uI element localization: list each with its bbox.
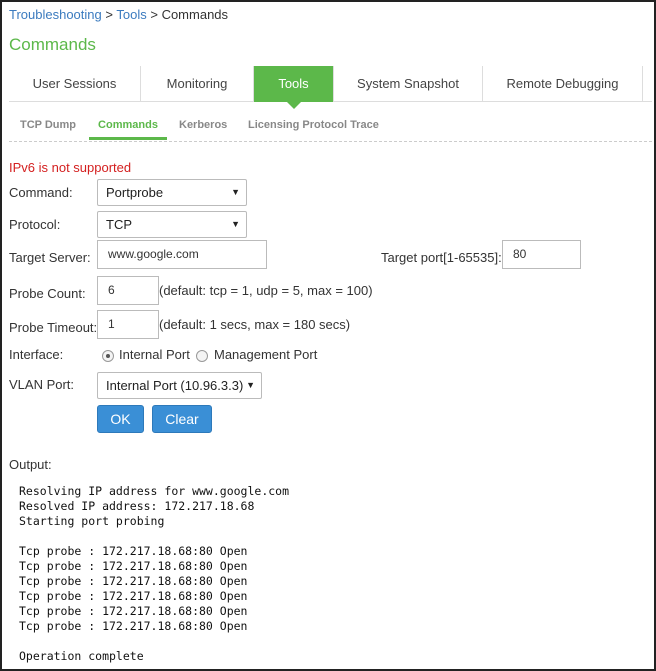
- probe-count-hint: (default: tcp = 1, udp = 5, max = 100): [159, 283, 373, 298]
- command-label: Command:: [9, 185, 73, 200]
- output-console: Resolving IP address for www.google.com …: [19, 484, 639, 664]
- command-select-value: Portprobe: [106, 185, 164, 200]
- output-line: Tcp probe : 172.217.18.68:80 Open: [19, 559, 248, 573]
- ok-button[interactable]: OK: [97, 405, 144, 433]
- output-line: Resolved IP address: 172.217.18.68: [19, 499, 255, 513]
- tab-monitoring[interactable]: Monitoring: [141, 66, 254, 102]
- command-select[interactable]: Portprobe ▼: [97, 179, 247, 206]
- radio-management-port-label: Management Port: [214, 347, 318, 362]
- target-port-label: Target port[1-65535]:: [381, 250, 502, 265]
- vlan-port-select[interactable]: Internal Port (10.96.3.3) ▼: [97, 372, 262, 399]
- probe-timeout-hint: (default: 1 secs, max = 180 secs): [159, 317, 351, 332]
- output-line: Operation complete: [19, 649, 144, 663]
- vlan-port-label: VLAN Port:: [9, 377, 75, 392]
- chevron-down-icon: ▼: [231, 187, 240, 197]
- tab-system-snapshot[interactable]: System Snapshot: [334, 66, 483, 102]
- radio-internal-port-label: Internal Port: [119, 347, 190, 362]
- subtab-licensing-protocol-trace[interactable]: Licensing Protocol Trace: [248, 114, 379, 140]
- protocol-select-value: TCP: [106, 217, 132, 232]
- output-label: Output:: [9, 457, 52, 472]
- sub-tabs: TCP Dump Commands Kerberos Licensing Pro…: [9, 114, 652, 142]
- subtab-kerberos[interactable]: Kerberos: [179, 114, 227, 140]
- breadcrumb-link-troubleshooting[interactable]: Troubleshooting: [9, 7, 102, 22]
- radio-internal-port[interactable]: [102, 350, 114, 362]
- chevron-down-icon: ▼: [246, 380, 255, 390]
- interface-label: Interface:: [9, 347, 64, 362]
- page-title: Commands: [9, 35, 96, 54]
- tab-remote-debugging[interactable]: Remote Debugging: [483, 66, 643, 102]
- output-line: Tcp probe : 172.217.18.68:80 Open: [19, 604, 248, 618]
- tab-tools[interactable]: Tools: [254, 66, 334, 109]
- breadcrumb-separator: >: [150, 7, 158, 22]
- main-tabs: User Sessions Monitoring Tools System Sn…: [9, 66, 652, 109]
- chevron-down-icon: ▼: [231, 219, 240, 229]
- ipv6-warning: IPv6 is not supported: [9, 160, 132, 175]
- output-line: Tcp probe : 172.217.18.68:80 Open: [19, 574, 248, 588]
- vlan-port-select-value: Internal Port (10.96.3.3): [106, 378, 244, 393]
- breadcrumb-separator: >: [105, 7, 113, 22]
- target-server-input[interactable]: www.google.com: [97, 240, 267, 269]
- probe-count-label: Probe Count:: [9, 286, 86, 301]
- clear-button[interactable]: Clear: [152, 405, 212, 433]
- probe-count-input[interactable]: 6: [97, 276, 159, 305]
- output-line: Tcp probe : 172.217.18.68:80 Open: [19, 589, 248, 603]
- breadcrumb-current: Commands: [161, 7, 229, 22]
- output-line: Tcp probe : 172.217.18.68:80 Open: [19, 619, 248, 633]
- target-server-label: Target Server:: [9, 250, 91, 265]
- target-port-input[interactable]: 80: [502, 240, 581, 269]
- subtab-commands[interactable]: Commands: [89, 114, 167, 140]
- subtab-tcp-dump[interactable]: TCP Dump: [20, 114, 76, 140]
- probe-timeout-label: Probe Timeout:: [9, 320, 98, 335]
- output-line: Tcp probe : 172.217.18.68:80 Open: [19, 544, 248, 558]
- output-line: Resolving IP address for www.google.com: [19, 484, 290, 498]
- breadcrumb: Troubleshooting > Tools > Commands: [9, 7, 228, 22]
- output-line: Starting port probing: [19, 514, 165, 528]
- probe-timeout-input[interactable]: 1: [97, 310, 159, 339]
- protocol-label: Protocol:: [9, 217, 61, 232]
- protocol-select[interactable]: TCP ▼: [97, 211, 247, 238]
- app-frame: Troubleshooting > Tools > Commands Comma…: [0, 0, 656, 671]
- breadcrumb-link-tools[interactable]: Tools: [116, 7, 146, 22]
- tab-user-sessions[interactable]: User Sessions: [9, 66, 141, 102]
- radio-management-port[interactable]: [196, 350, 208, 362]
